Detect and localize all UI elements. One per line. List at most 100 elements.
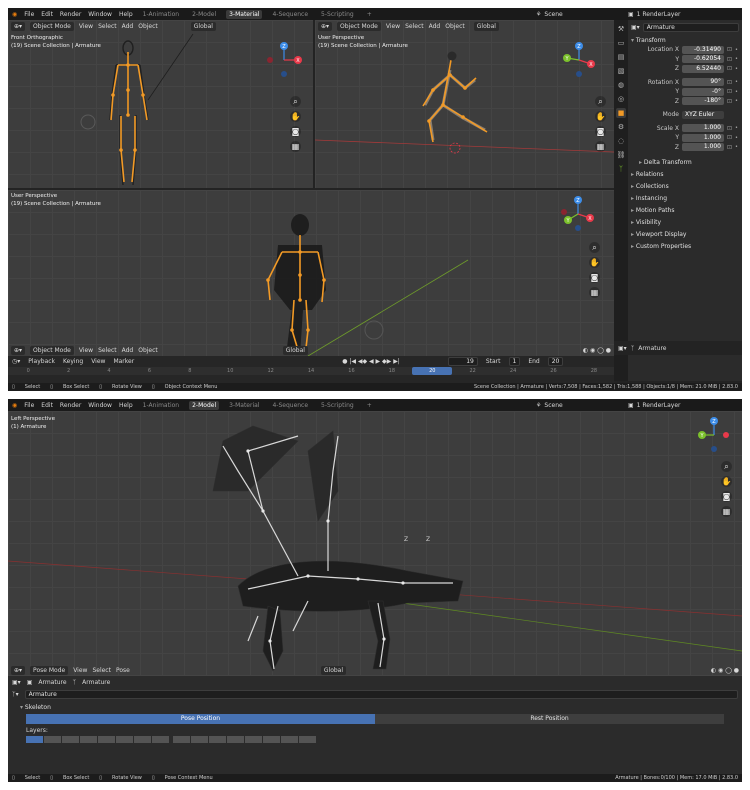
lock-icon[interactable]: ⊡ — [727, 88, 732, 95]
pan-hand-icon[interactable]: ✋ — [290, 111, 301, 122]
pan-hand-icon[interactable]: ✋ — [589, 257, 600, 268]
transform-orientation-dropdown[interactable]: Global — [320, 665, 347, 675]
shading-icons[interactable]: ◐ ◉ ◯ ● — [711, 667, 739, 674]
object-name-field[interactable]: Armature — [642, 23, 739, 32]
motion-paths-panel-header[interactable]: Motion Paths — [631, 206, 739, 215]
view-menu[interactable]: View — [73, 667, 87, 674]
camera-icon[interactable]: ◙ — [290, 126, 301, 137]
tab-model[interactable]: 2-Model — [189, 10, 219, 19]
layer-toggle[interactable] — [281, 736, 298, 743]
pose-menu[interactable]: Pose — [116, 667, 130, 674]
playback-menu[interactable]: Playback — [28, 358, 55, 365]
camera-icon[interactable]: ◙ — [595, 126, 606, 137]
menu-file[interactable]: File — [24, 11, 34, 18]
current-frame-field[interactable]: 19 — [447, 357, 478, 366]
skeleton-panel-header[interactable]: Skeleton — [8, 703, 742, 712]
layer-toggle[interactable] — [209, 736, 226, 743]
editor-type-icon[interactable]: ▣▾ — [618, 345, 627, 352]
menu-render[interactable]: Render — [60, 402, 81, 409]
editor-type-button[interactable]: ⊕▾ — [11, 345, 26, 355]
custom-properties-panel-header[interactable]: Custom Properties — [631, 242, 739, 251]
viewport-user-persp-main[interactable]: User Perspective (19) Scene Collection |… — [8, 190, 614, 356]
keyframe-dot-icon[interactable]: • — [735, 144, 738, 150]
viewport-display-panel-header[interactable]: Viewport Display — [631, 230, 739, 239]
lock-icon[interactable]: ⊡ — [727, 134, 732, 141]
keyframe-dot-icon[interactable]: • — [735, 98, 738, 104]
timeline-view-menu[interactable]: View — [91, 358, 105, 365]
menu-window[interactable]: Window — [88, 11, 112, 18]
layer-toggle[interactable] — [116, 736, 133, 743]
keyframe-dot-icon[interactable]: • — [735, 79, 738, 85]
layer-toggle[interactable] — [134, 736, 151, 743]
ortho-grid-icon[interactable]: ▦ — [589, 287, 600, 298]
scene-tab-icon[interactable]: ◍ — [616, 80, 626, 90]
layer-toggle[interactable] — [80, 736, 97, 743]
armature-data-tab-icon[interactable]: ᛉ — [616, 164, 626, 174]
tab-sequence[interactable]: 4-Sequence — [269, 10, 311, 19]
render-layer-selector[interactable]: ▣ 1 RenderLayer — [628, 11, 681, 18]
modifier-tab-icon[interactable]: ⚙ — [616, 122, 626, 132]
ortho-grid-icon[interactable]: ▦ — [721, 506, 732, 517]
editor-type-icon[interactable]: ▣▾ — [12, 679, 21, 686]
marker-menu[interactable]: Marker — [113, 358, 134, 365]
tab-animation[interactable]: 1-Animation — [140, 401, 182, 410]
scale-x-field[interactable]: 1.000 — [682, 124, 724, 133]
tab-scripting[interactable]: 5-Scripting — [318, 401, 357, 410]
instancing-panel-header[interactable]: Instancing — [631, 194, 739, 203]
viewport-user-persp-top[interactable]: ⊕▾ Object Mode View Select Add Object Gl… — [315, 20, 614, 188]
navigation-gizmo[interactable]: Z Y X — [559, 40, 599, 80]
zoom-icon[interactable]: ⌕ — [589, 242, 600, 253]
menu-edit[interactable]: Edit — [41, 11, 53, 18]
pan-hand-icon[interactable]: ✋ — [595, 111, 606, 122]
pose-mode-dropdown[interactable]: Pose Mode — [30, 665, 69, 675]
delta-transform-panel-header[interactable]: Delta Transform — [631, 158, 739, 167]
lock-icon[interactable]: ⊡ — [727, 65, 732, 72]
scale-z-field[interactable]: 1.000 — [682, 143, 724, 152]
keyframe-dot-icon[interactable]: • — [735, 89, 738, 95]
render-tab-icon[interactable]: ▭ — [616, 38, 626, 48]
ortho-grid-icon[interactable]: ▦ — [290, 141, 301, 152]
viewport-front-ortho[interactable]: ⊕▾ Object Mode View Select Add Object Gl… — [8, 20, 313, 188]
world-tab-icon[interactable]: ◎ — [616, 94, 626, 104]
object-menu[interactable]: Object — [138, 347, 158, 354]
transform-orientation-dropdown[interactable]: Global — [282, 345, 308, 355]
rotation-x-field[interactable]: 90° — [682, 78, 724, 87]
transform-panel-header[interactable]: Transform — [631, 36, 739, 45]
location-y-field[interactable]: -0.62054 — [682, 55, 724, 64]
output-tab-icon[interactable]: ▤ — [616, 52, 626, 62]
physics-tab-icon[interactable]: ◌ — [616, 136, 626, 146]
tab-material[interactable]: 3-Material — [226, 9, 263, 19]
blender-logo-icon[interactable]: ◉ — [12, 402, 17, 409]
navigation-gizmo[interactable]: Z X — [264, 40, 304, 80]
zoom-icon[interactable]: ⌕ — [290, 96, 301, 107]
tab-model[interactable]: 2-Model — [189, 400, 220, 410]
armature-name-field[interactable]: Armature — [24, 689, 738, 699]
rotation-z-field[interactable]: -180° — [682, 97, 724, 106]
navigation-gizmo[interactable]: Z Y — [694, 415, 734, 455]
keying-menu[interactable]: Keying — [63, 358, 83, 365]
keyframe-dot-icon[interactable]: • — [735, 56, 738, 62]
pose-position-button[interactable]: Pose Position — [26, 714, 375, 724]
add-workspace-button[interactable]: + — [364, 10, 375, 19]
relations-panel-header[interactable]: Relations — [631, 170, 739, 179]
render-layer-selector[interactable]: ▣ 1 RenderLayer — [628, 402, 681, 409]
frame-ruler[interactable]: 0 2 4 6 8 10 12 14 16 18 20 22 24 26 28 — [8, 367, 614, 375]
layer-toggle[interactable] — [299, 736, 316, 743]
menu-file[interactable]: File — [24, 402, 34, 409]
visibility-panel-header[interactable]: Visibility — [631, 218, 739, 227]
object-tab-icon[interactable]: ■ — [616, 108, 626, 118]
location-z-field[interactable]: 6.52440 — [682, 64, 724, 73]
playback-controls-icon[interactable]: ● |◀ ◀◆ ◀ ▶ ◆▶ ▶| — [342, 358, 400, 365]
layer-toggle[interactable] — [173, 736, 190, 743]
scene-selector[interactable]: ⚘ Scene — [536, 402, 563, 409]
lock-icon[interactable]: ⊡ — [727, 98, 732, 105]
timeline-editor-icon[interactable]: ◷▾ — [12, 358, 20, 365]
layer-toggle[interactable] — [227, 736, 244, 743]
layer-toggle[interactable] — [98, 736, 115, 743]
layer-toggle[interactable] — [26, 736, 43, 743]
keyframe-dot-icon[interactable]: • — [735, 47, 738, 53]
editor-type-button[interactable]: ⊕▾ — [11, 665, 26, 675]
navigation-gizmo[interactable]: Z Y X — [558, 194, 598, 234]
add-menu[interactable]: Add — [122, 347, 134, 354]
ortho-grid-icon[interactable]: ▦ — [595, 141, 606, 152]
